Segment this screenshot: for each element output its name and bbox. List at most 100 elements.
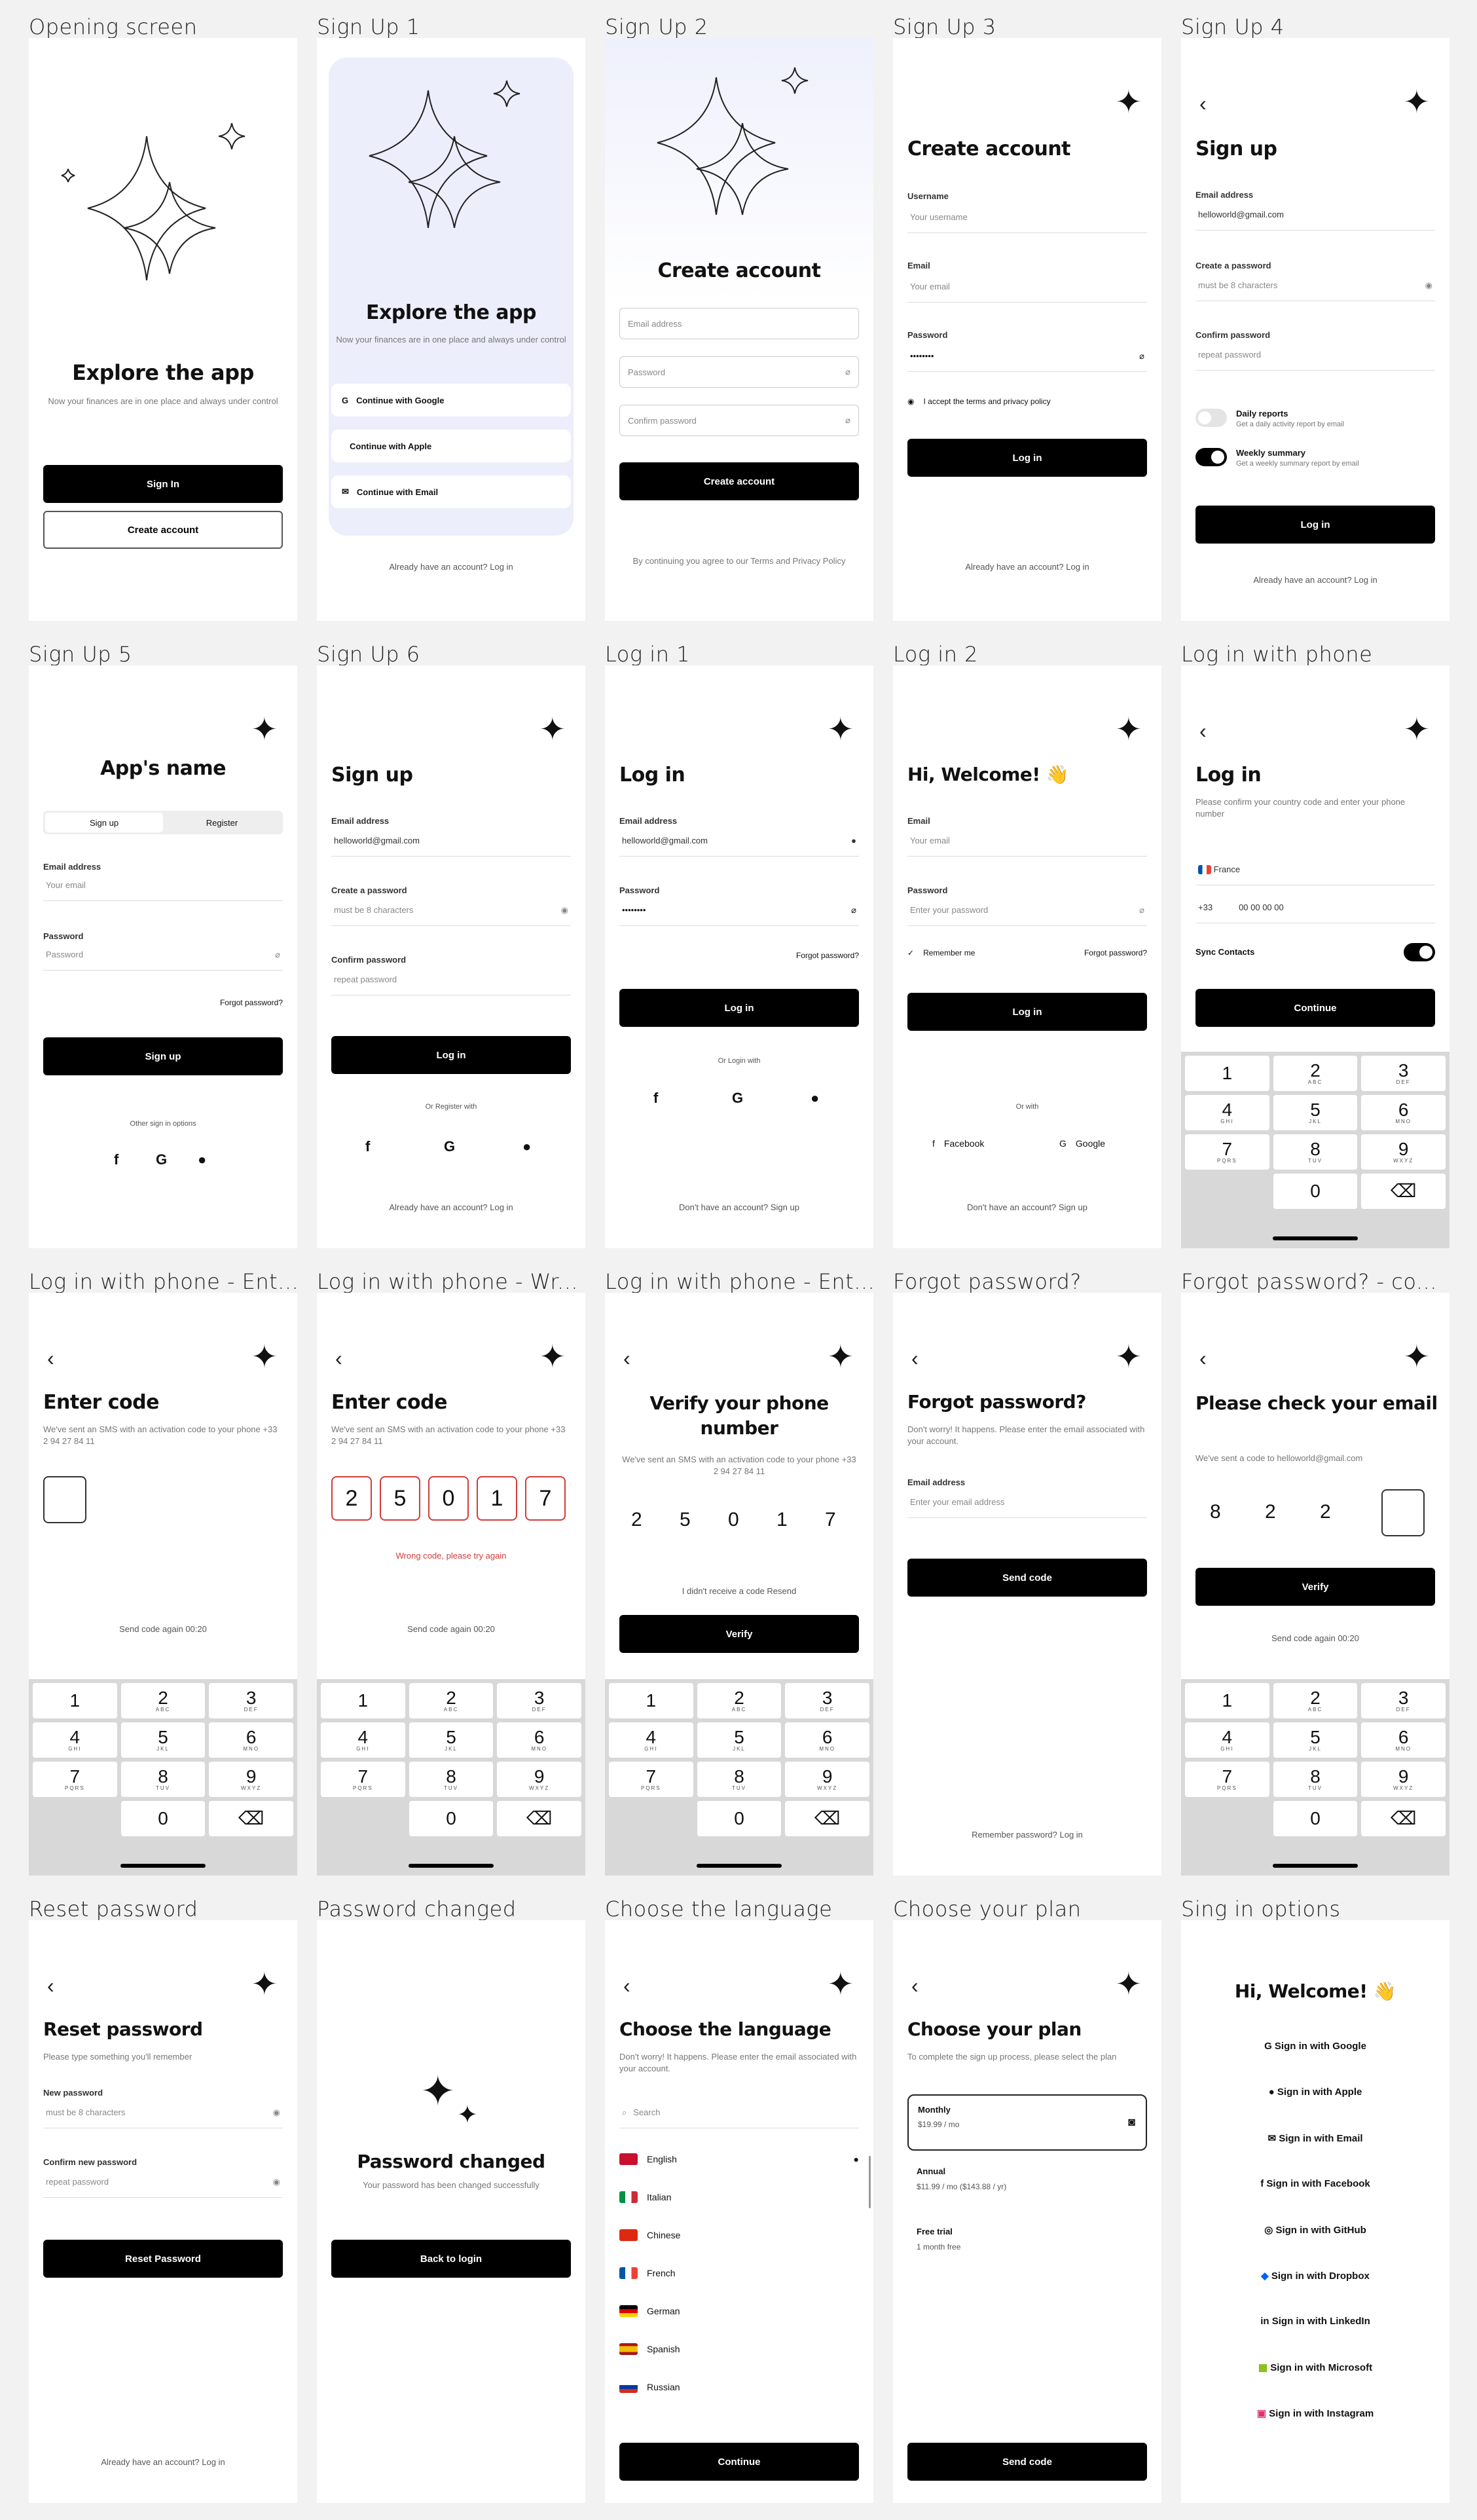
check-icon[interactable]: ✓ (907, 948, 914, 957)
footer-link[interactable]: Don't have an account? Sign up (605, 1202, 873, 1212)
checkbox-checked-icon[interactable]: ◉ (907, 397, 914, 406)
code-input-box[interactable] (43, 1476, 86, 1523)
back-icon[interactable]: ‹ (1199, 1346, 1207, 1371)
apple-icon[interactable]: ● (198, 1151, 206, 1168)
confirm-field[interactable]: repeat password (1195, 339, 1435, 371)
keypad-key[interactable]: 8 TUV (409, 1762, 494, 1797)
send-code-button[interactable]: Send code (907, 2443, 1147, 2481)
email-field[interactable]: Your email (907, 825, 1147, 857)
terms-text[interactable]: By continuing you agree to our Terms and… (619, 555, 859, 567)
keypad-key[interactable]: 4 GHI (609, 1722, 693, 1758)
footer-link[interactable]: Already have an account? Log in (29, 2457, 297, 2467)
confirm-field[interactable]: repeat password (331, 964, 571, 995)
email-field[interactable]: helloworld@gmail.com (331, 825, 571, 857)
eye-off-icon[interactable]: ⌀ (845, 367, 850, 377)
keypad-key[interactable]: 7 PQRS (609, 1762, 693, 1797)
footer-link[interactable]: Already have an account? Log in (317, 1202, 585, 1212)
footer-link[interactable]: Remember password? Log in (893, 1830, 1161, 1840)
back-icon[interactable]: ‹ (623, 1974, 630, 1998)
google-icon[interactable]: G (444, 1138, 455, 1155)
language-item[interactable]: Chinese (619, 2229, 859, 2241)
keypad-key[interactable]: 7 PQRS (33, 1762, 117, 1797)
forgot-password-link[interactable]: Forgot password? (220, 998, 283, 1007)
language-item[interactable]: Italian (619, 2191, 859, 2203)
keypad-key[interactable]: 4 GHI (33, 1722, 117, 1758)
tab-sign-up[interactable]: Sign up (45, 813, 163, 832)
keypad-key[interactable]: 0 (1273, 1174, 1358, 1209)
keypad-key[interactable]: 9 WXYZ (785, 1762, 869, 1797)
weekly-summary-toggle[interactable] (1195, 448, 1227, 466)
email-field[interactable]: helloworld@gmail.com ● (619, 825, 859, 857)
continue-google-button[interactable]: G Continue with Google (331, 384, 571, 417)
send-code-button[interactable]: Send code (907, 1559, 1147, 1597)
keypad-key[interactable]: 4 GHI (1185, 1722, 1269, 1758)
eye-icon[interactable]: ◉ (1425, 280, 1432, 291)
email-field[interactable]: helloworld@gmail.com (1195, 199, 1435, 231)
back-icon[interactable]: ‹ (911, 1974, 919, 1998)
facebook-icon[interactable]: f (653, 1090, 658, 1107)
signin-facebook-button[interactable]: f Sign in with Facebook (1181, 2178, 1450, 2189)
eye-off-icon[interactable]: ⌀ (1139, 351, 1144, 361)
footer-link[interactable]: Already have an account? Log in (893, 562, 1161, 572)
backspace-key[interactable]: ⌫ (785, 1801, 869, 1836)
password-field[interactable]: Password ⌀ (619, 356, 859, 388)
signin-microsoft-button[interactable]: ▦ Sign in with Microsoft (1181, 2362, 1450, 2373)
scrollbar[interactable] (869, 2156, 871, 2208)
language-item[interactable]: Russian (619, 2381, 859, 2393)
resend-link[interactable]: I didn't receive a code Resend (605, 1586, 873, 1596)
facebook-button[interactable]: f Facebook (932, 1138, 984, 1149)
keypad-key[interactable]: 2 ABC (120, 1683, 206, 1718)
code-digit[interactable]: 5 (380, 1476, 420, 1521)
password-field[interactable]: must be 8 characters ◉ (331, 895, 571, 926)
keypad-key[interactable]: 6 MNO (497, 1722, 581, 1758)
password-field[interactable]: •••••••• ⌀ (619, 895, 859, 926)
plan-monthly[interactable]: Monthly $19.99 / mo ◙ (907, 2094, 1147, 2151)
plan-annual[interactable]: Annual (917, 2166, 945, 2176)
back-to-login-button[interactable]: Back to login (331, 2240, 571, 2278)
keypad-key[interactable]: 3 DEF (497, 1683, 581, 1718)
keypad-key[interactable]: 9 WXYZ (209, 1762, 293, 1797)
back-icon[interactable]: ‹ (47, 1974, 54, 1998)
language-item[interactable]: German (619, 2305, 859, 2317)
apple-icon[interactable]: ● (522, 1138, 531, 1155)
eye-icon[interactable]: ◉ (273, 2177, 280, 2187)
keypad-key[interactable]: 7 PQRS (1185, 1762, 1269, 1797)
footer-link[interactable]: Already have an account? Log in (317, 562, 585, 572)
password-field[interactable]: •••••••• ⌀ (907, 341, 1147, 372)
email-field[interactable]: Your email (907, 271, 1147, 303)
resend-timer[interactable]: Send code again 00:20 (1181, 1633, 1450, 1643)
keypad-key[interactable]: 6 MNO (785, 1722, 869, 1758)
keypad-key[interactable]: 2 ABC (1273, 1683, 1358, 1718)
back-icon[interactable]: ‹ (911, 1346, 919, 1371)
keypad-key[interactable]: 1 (1185, 1056, 1269, 1091)
keypad-key[interactable]: 8 TUV (697, 1762, 782, 1797)
language-item[interactable]: English ● (619, 2153, 859, 2165)
continue-button[interactable]: Continue (619, 2443, 859, 2481)
phone-field[interactable]: +33 00 00 00 00 (1195, 892, 1435, 923)
verify-button[interactable]: Verify (1195, 1568, 1435, 1606)
signin-dropbox-button[interactable]: ◆ Sign in with Dropbox (1181, 2270, 1450, 2282)
login-button[interactable]: Log in (619, 989, 859, 1027)
eye-icon[interactable]: ◉ (561, 905, 568, 916)
reset-password-button[interactable]: Reset Password (43, 2240, 283, 2278)
continue-button[interactable]: Continue (1195, 989, 1435, 1027)
keypad-key[interactable]: 6 MNO (1361, 1095, 1446, 1130)
facebook-icon[interactable]: f (365, 1138, 370, 1155)
keypad-key[interactable]: 8 TUV (120, 1762, 206, 1797)
keypad-key[interactable]: 4 GHI (321, 1722, 405, 1758)
eye-off-icon[interactable]: ⌀ (845, 415, 850, 426)
sign-in-button[interactable]: Sign In (43, 465, 283, 503)
keypad-key[interactable]: 6 MNO (209, 1722, 293, 1758)
back-icon[interactable]: ‹ (623, 1346, 630, 1371)
country-select[interactable]: France (1195, 854, 1435, 885)
signin-linkedin-button[interactable]: in Sign in with LinkedIn (1181, 2316, 1450, 2327)
create-account-button[interactable]: Create account (619, 462, 859, 500)
keypad-key[interactable]: 1 (1185, 1683, 1269, 1718)
eye-off-icon[interactable]: ⌀ (851, 905, 856, 916)
login-button[interactable]: Log in (1195, 506, 1435, 544)
continue-email-button[interactable]: ✉ Continue with Email (331, 475, 571, 508)
password-field[interactable]: must be 8 characters ◉ (1195, 270, 1435, 301)
code-digit[interactable]: 7 (525, 1476, 566, 1521)
keypad-key[interactable]: 2 ABC (409, 1683, 494, 1718)
terms-checkbox-row[interactable]: ◉ I accept the terms and privacy policy (907, 397, 1147, 406)
